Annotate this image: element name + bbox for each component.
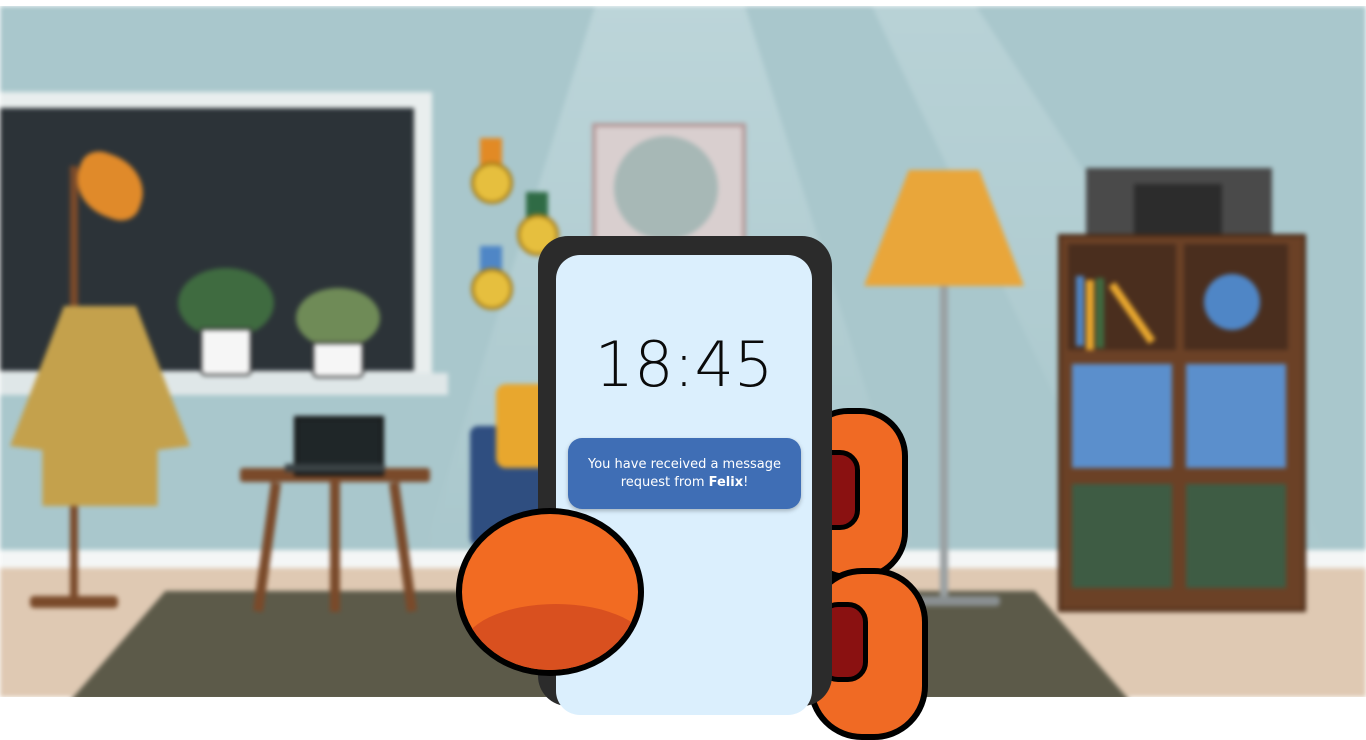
plant-pot [200, 328, 252, 376]
thumb-shadow [462, 604, 638, 670]
coat-rack-base [30, 596, 118, 608]
stereo-center [1134, 184, 1222, 234]
globe-icon [1204, 274, 1260, 330]
drawer [1072, 484, 1172, 588]
drawer [1186, 484, 1286, 588]
table-leg [330, 482, 340, 612]
notification-text: You have received a message request from… [578, 456, 791, 492]
book [1096, 278, 1104, 348]
book [1076, 276, 1084, 346]
plant-pot [312, 342, 364, 378]
medal-icon [471, 268, 513, 310]
notification-sender: Felix [708, 474, 744, 490]
picture-artwork [614, 136, 718, 240]
drawer [1186, 364, 1286, 468]
message-request-notification[interactable]: You have received a message request from… [568, 438, 801, 509]
notification-punctuation: ! [743, 474, 749, 490]
book [1086, 280, 1094, 350]
lock-screen-clock: 18:45 [594, 328, 774, 401]
lamp-pole [940, 286, 948, 602]
plant-leaves [296, 288, 380, 348]
drawer [1072, 364, 1172, 468]
notification-message: You have received a message request from [588, 456, 781, 490]
thumb [456, 508, 644, 676]
medal-icon [471, 162, 513, 204]
laptop-base [285, 464, 385, 472]
